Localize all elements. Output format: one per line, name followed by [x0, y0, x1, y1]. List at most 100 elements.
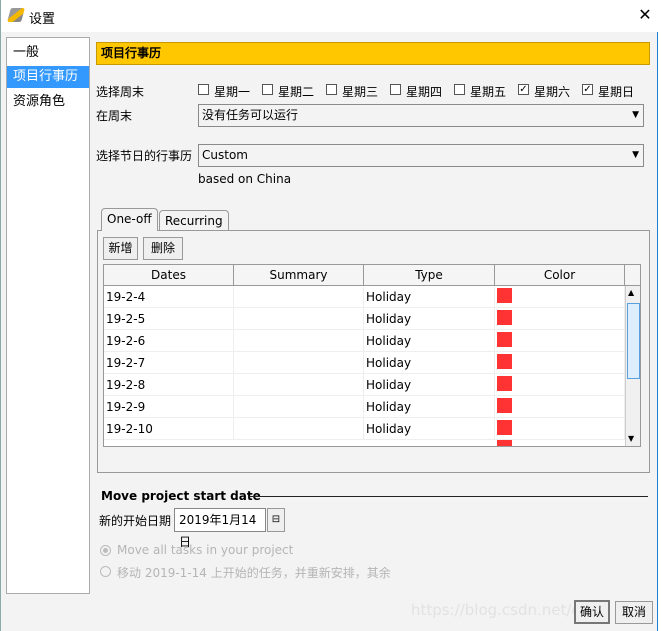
weekday-checkbox[interactable]: ✓ [582, 84, 593, 95]
weekday-checkbox[interactable] [454, 84, 465, 95]
weekday-checkbox[interactable] [326, 84, 337, 95]
cell-summary [234, 418, 364, 440]
ok-button[interactable]: 确认 [574, 600, 610, 624]
color-swatch[interactable] [497, 288, 512, 303]
color-swatch[interactable] [497, 376, 512, 391]
column-header-color[interactable]: Color [495, 265, 625, 286]
cell-color [495, 308, 625, 330]
column-header-dates[interactable]: Dates [104, 265, 234, 286]
weekday-label: 星期二 [278, 85, 315, 99]
cell-color [495, 374, 625, 396]
column-header-summary[interactable]: Summary [234, 265, 364, 286]
weekday-label: 星期六 [534, 85, 571, 99]
weekday-checkbox[interactable] [262, 84, 273, 95]
cell-type: Holiday [364, 330, 495, 352]
title-bar: 设置 ✕ [1, 0, 658, 32]
table-row[interactable]: 19-2-9 Holiday [104, 396, 625, 418]
cell-type: Holiday [364, 286, 495, 308]
radio-move-partial[interactable] [100, 566, 111, 577]
cell-color [495, 352, 625, 374]
scroll-up-icon[interactable]: ▲ [628, 288, 634, 297]
cell-color [495, 418, 625, 440]
column-header-corner [625, 265, 640, 286]
color-swatch[interactable] [497, 354, 512, 369]
weekday-checkbox[interactable]: ✓ [518, 84, 529, 95]
new-start-label: 新的开始日期 [99, 514, 172, 528]
watermark: https://blog.csdn.net/qq_ [411, 601, 598, 619]
settings-sidebar: 一般 项目行事历 资源角色 [6, 37, 90, 594]
cell-date: 19-2-9 [104, 396, 234, 418]
cell-summary [234, 330, 364, 352]
color-swatch [497, 440, 512, 446]
color-swatch[interactable] [497, 332, 512, 347]
chevron-down-icon: ▼ [632, 150, 639, 160]
scrollbar-thumb[interactable] [627, 303, 640, 379]
close-icon[interactable]: ✕ [635, 5, 655, 24]
cell-summary [234, 396, 364, 418]
cell-type: Holiday [364, 308, 495, 330]
cell-type: Holiday [364, 374, 495, 396]
table-row[interactable]: 19-2-6 Holiday [104, 330, 625, 352]
cell-summary [234, 286, 364, 308]
color-swatch[interactable] [497, 310, 512, 325]
holiday-calendar-value: Custom [202, 148, 248, 162]
cell-type: Holiday [364, 418, 495, 440]
holiday-calendar-select[interactable]: Custom ▼ [198, 144, 644, 167]
move-partial-label: 移动 2019-1-14 上开始的任务，并重新安排，其余 [117, 566, 391, 580]
weekday-label: 星期四 [406, 85, 443, 99]
table-row[interactable]: 19-2-8 Holiday [104, 374, 625, 396]
table-row[interactable]: 19-2-5 Holiday [104, 308, 625, 330]
add-button[interactable]: 新增 [103, 237, 138, 260]
move-section-title: Move project start date [99, 489, 263, 503]
cell-date: 19-2-8 [104, 374, 234, 396]
cell-type: Holiday [364, 396, 495, 418]
table-row[interactable]: 19-2-4 Holiday [104, 286, 625, 308]
section-divider [249, 496, 648, 497]
weekday-label: 星期日 [598, 85, 635, 99]
new-start-date-input[interactable]: 2019年1月14日 [174, 508, 266, 549]
cell-color [495, 396, 625, 418]
cell-date: 19-2-5 [104, 308, 234, 330]
tab-one-off[interactable]: One-off [101, 208, 158, 231]
window-title: 设置 [29, 12, 56, 27]
on-weekend-value: 没有任务可以运行 [202, 108, 299, 122]
radio-move-all[interactable] [100, 545, 111, 556]
weekday-label: 星期三 [342, 85, 379, 99]
cancel-button[interactable]: 取消 [615, 601, 653, 624]
color-swatch[interactable] [497, 398, 512, 413]
weekday-label: 星期一 [214, 85, 251, 99]
sidebar-item-general[interactable]: 一般 [7, 42, 89, 64]
section-header: 项目行事历 [96, 42, 650, 65]
cell-summary [234, 374, 364, 396]
cell-color [495, 286, 625, 308]
partial-row [104, 440, 624, 446]
table-row[interactable]: 19-2-10 Holiday [104, 418, 625, 440]
scroll-down-icon[interactable]: ▼ [628, 434, 634, 443]
sidebar-item-project-calendar[interactable]: 项目行事历 [7, 66, 89, 88]
cell-summary [234, 352, 364, 374]
on-weekend-label: 在周末 [96, 109, 133, 123]
cell-date: 19-2-10 [104, 418, 234, 440]
cell-color [495, 330, 625, 352]
based-on-text: based on China [198, 172, 292, 186]
cell-summary [234, 308, 364, 330]
settings-dialog: 设置 ✕ 一般 项目行事历 资源角色 项目行事历 选择周末 星期一 星期二 星期三 星… [0, 0, 658, 631]
table-scrollbar[interactable]: ▲ ▼ [625, 286, 640, 446]
cell-date: 19-2-7 [104, 352, 234, 374]
color-swatch[interactable] [497, 420, 512, 435]
weekend-label: 选择周末 [96, 85, 145, 99]
on-weekend-select[interactable]: 没有任务可以运行 ▼ [198, 104, 644, 127]
table-row[interactable]: 19-2-7 Holiday [104, 352, 625, 374]
sidebar-item-resource-roles[interactable]: 资源角色 [7, 91, 89, 113]
column-header-type[interactable]: Type [364, 265, 495, 286]
tab-recurring[interactable]: Recurring [159, 210, 229, 231]
weekday-checkbox[interactable] [198, 84, 209, 95]
cell-type: Holiday [364, 352, 495, 374]
chevron-down-icon: ▼ [632, 110, 639, 120]
weekday-label: 星期五 [470, 85, 507, 99]
date-picker-button[interactable]: ⊟ [267, 508, 285, 532]
weekday-checkbox[interactable] [390, 84, 401, 95]
delete-button[interactable]: 删除 [143, 237, 183, 260]
cell-date: 19-2-6 [104, 330, 234, 352]
cell-date: 19-2-4 [104, 286, 234, 308]
